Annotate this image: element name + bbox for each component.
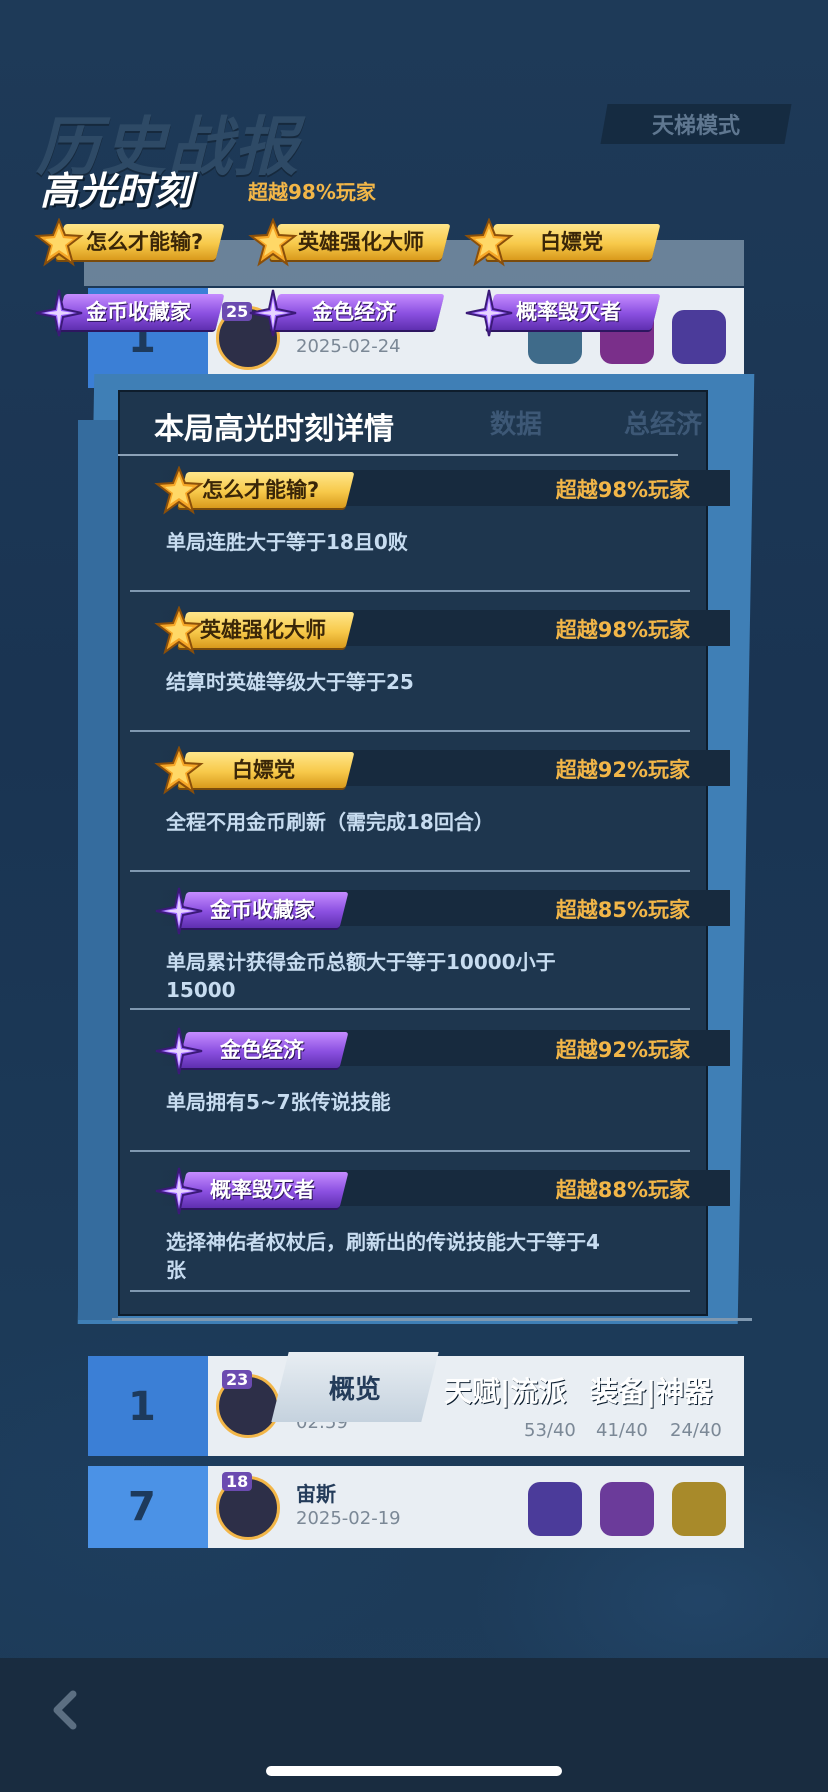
item-name: 英雄强化大师 bbox=[200, 618, 326, 642]
highlight-item: 英雄强化大师 超越98%玩家 结算时英雄等级大于等于25 bbox=[118, 606, 730, 746]
level-badge: 23 bbox=[222, 1370, 253, 1389]
home-indicator[interactable] bbox=[266, 1766, 562, 1776]
item-beat: 超越92%玩家 bbox=[555, 758, 690, 782]
divider bbox=[118, 454, 678, 456]
item-desc: 全程不用金币刷新（需完成18回合） bbox=[166, 810, 494, 834]
tab-talent[interactable]: 天赋|流派 bbox=[444, 1370, 566, 1410]
badge-label: 英雄强化大师 bbox=[298, 230, 424, 254]
back-arrow-icon bbox=[53, 1690, 77, 1730]
hex-icon bbox=[672, 310, 726, 364]
item-beat: 超越88%玩家 bbox=[555, 1178, 690, 1202]
badge-label: 金色经济 bbox=[312, 300, 396, 324]
item-beat: 超越85%玩家 bbox=[555, 898, 690, 922]
highlight-item: 白嫖党 超越92%玩家 全程不用金币刷新（需完成18回合） bbox=[118, 746, 730, 886]
badge-coin-collector[interactable]: 金币收藏家 bbox=[34, 288, 225, 337]
gold-star-icon bbox=[34, 218, 84, 267]
gold-star-icon bbox=[154, 746, 204, 795]
item-beat: 超越98%玩家 bbox=[555, 618, 690, 642]
panel-decoration bbox=[78, 420, 118, 1320]
item-beat: 超越92%玩家 bbox=[555, 1038, 690, 1062]
badge-label: 怎么才能输? bbox=[86, 230, 204, 254]
item-name: 怎么才能输? bbox=[202, 478, 320, 502]
purple-star-icon bbox=[249, 289, 297, 337]
hex-icon bbox=[672, 1482, 726, 1536]
item-desc: 结算时英雄等级大于等于25 bbox=[166, 670, 414, 694]
item-desc: 选择神佑者权杖后，刷新出的传说技能大于等于4张 bbox=[166, 1230, 600, 1282]
hex-icon bbox=[600, 1482, 654, 1536]
highlight-item: 概率毁灭者 超越88%玩家 选择神佑者权杖后，刷新出的传说技能大于等于4张 bbox=[118, 1166, 730, 1316]
badge-gold-economy[interactable]: 金色经济 bbox=[248, 288, 445, 337]
item-name: 金币收藏家 bbox=[210, 898, 315, 922]
item-name: 金色经济 bbox=[220, 1038, 304, 1062]
highlight-item: 怎么才能输? 超越98%玩家 单局连胜大于等于18且0败 bbox=[118, 466, 730, 606]
purple-star-icon bbox=[155, 887, 203, 935]
divider bbox=[130, 730, 690, 732]
divider bbox=[130, 870, 690, 872]
match-date: 2025-02-19 bbox=[296, 1508, 401, 1529]
tab-overview-label: 概览 bbox=[328, 1374, 381, 1405]
match-date: 2025-02-24 bbox=[296, 336, 401, 357]
item-name: 概率毁灭者 bbox=[210, 1178, 315, 1202]
divider bbox=[130, 1008, 690, 1010]
highlight-beat-text: 超越98%玩家 bbox=[248, 180, 376, 204]
column-header: 总经济 bbox=[624, 410, 703, 440]
tab-equipment[interactable]: 装备|神器 bbox=[590, 1370, 712, 1410]
divider bbox=[112, 1318, 752, 1321]
rank-number: 7 bbox=[128, 1484, 156, 1530]
ladder-mode-button[interactable]: 天梯模式 bbox=[600, 104, 792, 144]
badge-label: 概率毁灭者 bbox=[516, 300, 621, 324]
badge-how-to-lose[interactable]: 怎么才能输? bbox=[34, 218, 225, 267]
column-header: 数据 bbox=[490, 410, 543, 440]
divider bbox=[130, 1150, 690, 1152]
item-desc: 单局拥有5~7张传说技能 bbox=[166, 1090, 391, 1114]
highlight-title: 高光时刻 bbox=[40, 169, 193, 213]
item-badge: 概率毁灭者 bbox=[154, 1166, 349, 1215]
purple-star-icon bbox=[465, 289, 513, 337]
badge-freeloader[interactable]: 白嫖党 bbox=[464, 218, 661, 267]
gold-star-icon bbox=[154, 466, 204, 515]
divider bbox=[130, 1290, 690, 1292]
purple-star-icon bbox=[155, 1167, 203, 1215]
item-badge: 金色经济 bbox=[154, 1026, 349, 1075]
gold-star-icon bbox=[248, 218, 298, 267]
item-badge: 英雄强化大师 bbox=[154, 606, 355, 655]
hero-name: 宙斯 bbox=[296, 1482, 336, 1506]
item-badge: 怎么才能输? bbox=[154, 466, 355, 515]
item-name: 白嫖党 bbox=[232, 758, 295, 782]
item-badge: 金币收藏家 bbox=[154, 886, 349, 935]
level-badge: 18 bbox=[222, 1472, 253, 1491]
item-desc: 单局连胜大于等于18且0败 bbox=[166, 530, 408, 554]
divider bbox=[130, 590, 690, 592]
badge-probability-destroyer[interactable]: 概率毁灭者 bbox=[464, 288, 661, 337]
tab-overview[interactable]: 概览 bbox=[271, 1352, 439, 1422]
panel-title: 本局高光时刻详情 bbox=[154, 412, 394, 447]
badge-hero-master[interactable]: 英雄强化大师 bbox=[248, 218, 451, 267]
item-desc: 单局累计获得金币总额大于等于10000小于15000 bbox=[166, 950, 556, 1002]
back-button[interactable] bbox=[40, 1686, 88, 1734]
tab-bar: 概览 天赋|流派 装备|神器 bbox=[271, 1352, 720, 1424]
gold-star-icon bbox=[154, 606, 204, 655]
purple-star-icon bbox=[155, 1027, 203, 1075]
purple-star-icon bbox=[35, 289, 83, 337]
highlight-item: 金色经济 超越92%玩家 单局拥有5~7张传说技能 bbox=[118, 1026, 730, 1166]
ladder-mode-label: 天梯模式 bbox=[651, 114, 740, 139]
rank-number: 1 bbox=[128, 1384, 156, 1430]
gold-star-icon bbox=[464, 218, 514, 267]
item-beat: 超越98%玩家 bbox=[555, 478, 690, 502]
hex-icon bbox=[528, 1482, 582, 1536]
badge-label: 白嫖党 bbox=[540, 230, 603, 254]
match-row[interactable]: 7 18 宙斯 2025-02-19 bbox=[88, 1466, 744, 1548]
badge-label: 金币收藏家 bbox=[86, 300, 191, 324]
item-badge: 白嫖党 bbox=[154, 746, 355, 795]
